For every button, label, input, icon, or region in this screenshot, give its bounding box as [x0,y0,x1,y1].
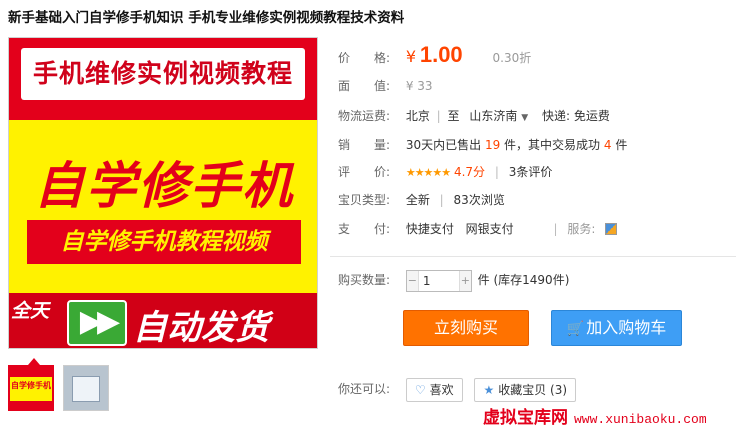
type-value: 全新 [405,193,430,207]
price-label: 价 格: [338,51,391,65]
thumbnail-pointer-icon [28,358,40,365]
image-sub-text: 自学修手机教程视频 [27,220,301,264]
logistics-label: 物流运费: [338,109,391,123]
add-to-cart-label: 加入购物车 [586,318,667,337]
cart-icon: 🛒 [566,321,585,337]
success-count: 4 [603,138,612,152]
logistics-row: 物流运费: 北京 | 至 山东济南 ▼ 快递: 免运费 [338,106,610,126]
ship-to-select[interactable]: 山东济南 ▼ [469,109,532,123]
social-label: 你还可以: [338,382,391,396]
service-label: 服务: [567,222,596,236]
sales-count: 19 [484,138,501,152]
sales-mid: 件，其中交易成功 [504,138,601,152]
ship-from: 北京 [405,109,430,123]
quantity-minus-button[interactable]: − [406,270,419,291]
image-top-text: 手机维修实例视频教程 [21,48,305,100]
quantity-label: 购买数量: [338,273,391,287]
add-to-cart-button[interactable]: 🛒 加入购物车 [551,310,682,346]
delivery-fee: 快递: 免运费 [541,109,610,123]
logistics-sep: | [436,109,441,123]
main-product-image[interactable]: 手机维修实例视频教程 自学修手机 自学修手机教程视频 全天 ▶▶ 自动发货 [8,37,318,349]
payment-label: 支 付: [338,222,391,236]
image-auto-ship-text: 自动发货 [133,308,269,348]
quantity-plus-button[interactable]: + [458,270,471,291]
face-value: ¥ 33 [405,79,433,93]
image-big-text: 自学修手机 [34,157,294,215]
face-value-row: 面 值: ¥ 33 [338,76,433,96]
section-divider [330,256,736,257]
review-count-link[interactable]: 3条评价 [509,165,553,179]
product-title: 新手基础入门自学修手机知识 手机专业维修实例视频教程技术资料 [8,10,405,26]
like-button[interactable]: ♡ 喜欢 [405,377,463,402]
ship-to-word: 至 [447,109,460,123]
thumbnail-doc-icon [72,376,100,402]
chevron-down-icon: ▼ [521,113,529,123]
thumbnail-1[interactable]: 自学修手机 [8,365,54,411]
sales-prefix: 30天内已售出 [405,138,482,152]
buy-now-button[interactable]: 立刻购买 [403,310,529,346]
payment-row: 支 付: 快捷支付 网银支付 | 服务: [338,219,618,239]
price-row: 价 格: ¥ 1.00 0.30折 [338,42,531,68]
sales-suffix: 件 [615,138,628,152]
face-value-label: 面 值: [338,79,391,93]
quantity-input[interactable]: 1 [423,271,431,291]
price-currency: ¥ [405,47,417,66]
thumbnail-2[interactable] [63,365,109,411]
sales-label: 销 量: [338,138,391,152]
rating-row: 评 价: ★★★★★ 4.7分 | 3条评价 [338,162,552,182]
quantity-row: 购买数量: − 1 + 件 (库存1490件) [338,268,569,292]
like-label: 喜欢 [429,382,454,397]
watermark-en: www.xunibaoku.com [574,412,707,427]
watermark-cn: 虚拟宝库网 [483,408,568,428]
favorite-button[interactable]: ★ 收藏宝贝 (3) [474,377,577,402]
type-row: 宝贝类型: 全新 | 83次浏览 [338,190,505,210]
payment-bank: 网银支付 [465,222,514,236]
payment-sep: | [553,222,558,236]
view-count: 83次浏览 [453,193,505,207]
rating-label: 评 价: [338,165,391,179]
payment-quick: 快捷支付 [405,222,454,236]
discount-text: 0.30折 [492,51,532,65]
heart-icon: ♡ [414,382,426,397]
favorite-label: 收藏宝贝 [498,382,547,397]
service-badge-icon[interactable] [605,223,618,235]
sales-row: 销 量: 30天内已售出 19 件，其中交易成功 4 件 [338,135,627,155]
price-value: 1.00 [419,42,463,67]
social-row: 你还可以: ♡ 喜欢 ★ 收藏宝贝 (3) [338,376,577,402]
watermark: 虚拟宝库网 www.xunibaoku.com [483,403,707,428]
buy-now-label: 立刻购买 [433,318,498,337]
stock-text: 件 (库存1490件) [477,273,570,287]
type-sep: | [439,193,444,207]
favorite-count: (3) [550,382,568,397]
rating-stars-icon: ★★★★★ [405,166,451,179]
rating-sep: | [494,165,499,179]
thumbnail-1-text: 自学修手机 [11,381,51,390]
star-icon: ★ [483,382,495,397]
quantity-stepper[interactable]: − 1 + [405,269,472,292]
ship-to-value: 山东济南 [469,109,518,123]
image-all-day-text: 全天 [11,300,50,322]
play-icon: ▶▶ [67,300,127,346]
rating-score: 4.7分 [453,165,486,179]
type-label: 宝贝类型: [338,193,391,207]
